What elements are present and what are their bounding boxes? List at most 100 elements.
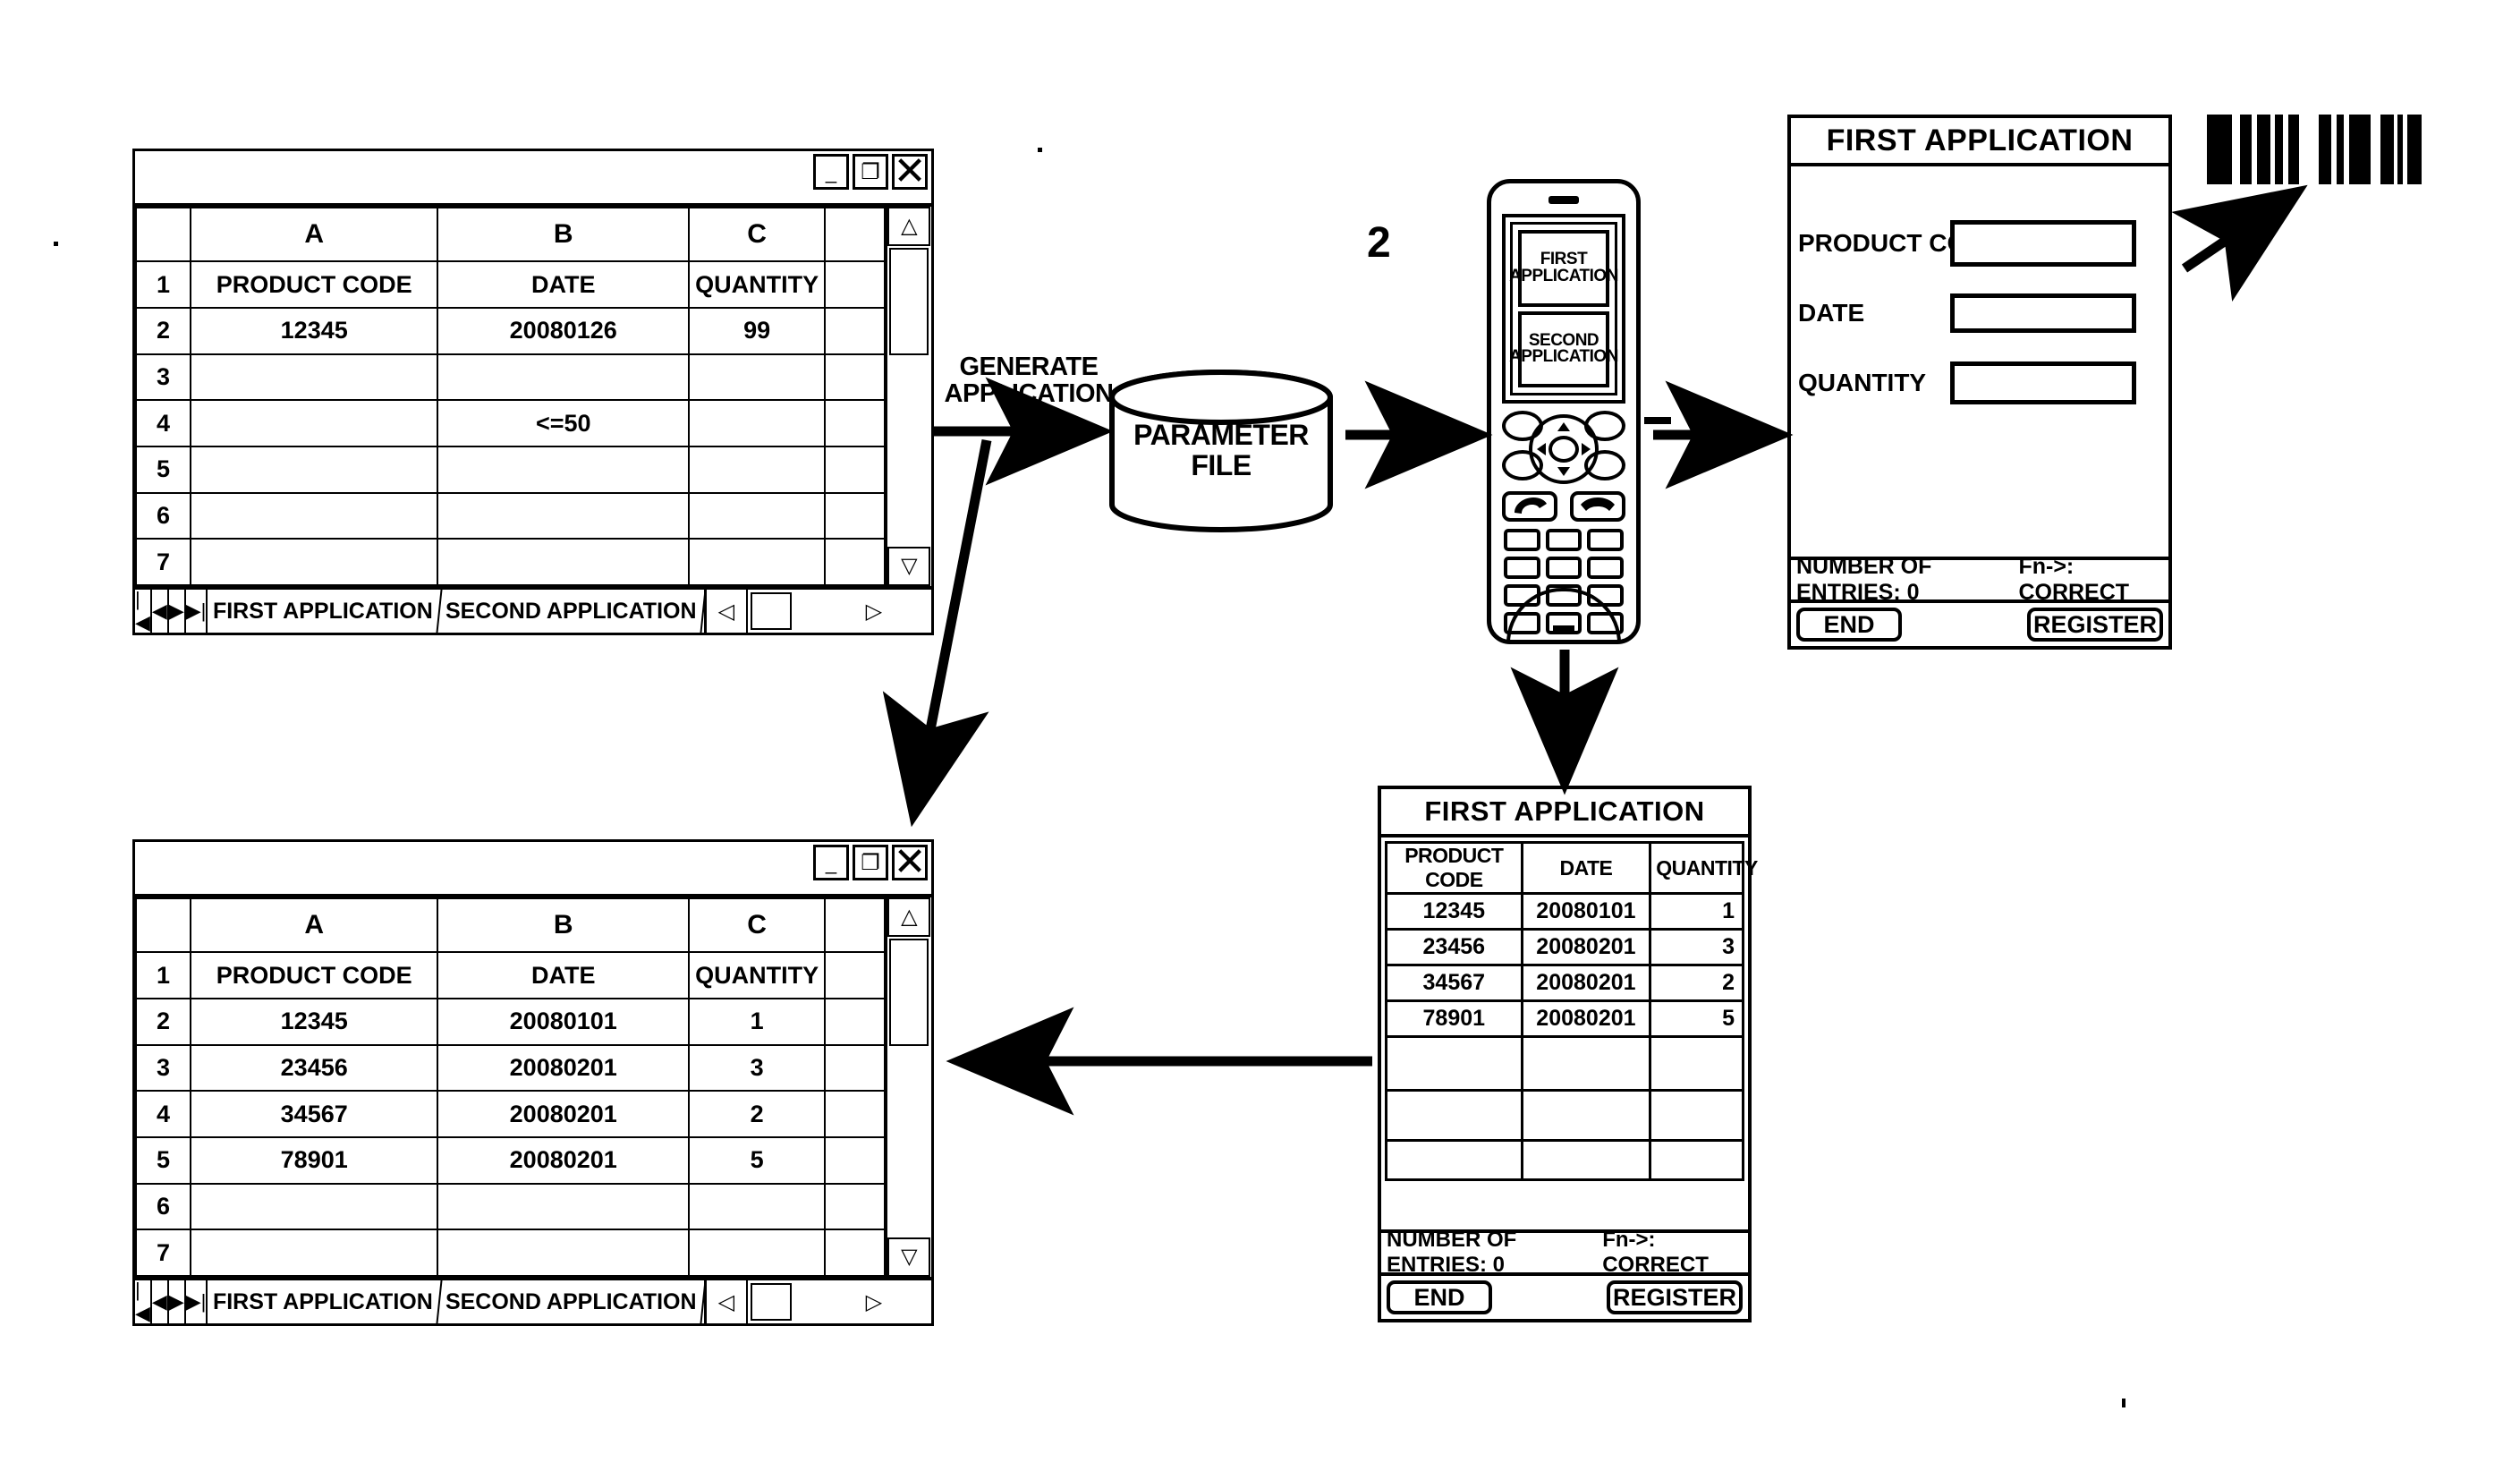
cell-b6[interactable]: [437, 1182, 691, 1231]
keypad-key[interactable]: [1587, 557, 1624, 579]
horizontal-scrollbar-bottom[interactable]: ◁ ▷: [703, 1280, 934, 1323]
cell-a2[interactable]: 12345: [190, 997, 439, 1046]
cell-date[interactable]: [1520, 1035, 1652, 1092]
vertical-scrollbar-bottom[interactable]: △ ▽: [885, 897, 931, 1277]
spreadsheet-window-top[interactable]: _ ❐ ✕ A B C 1 PRODUCT CODE DATE QUANTITY…: [132, 149, 934, 635]
cell-date[interactable]: [1520, 1089, 1652, 1142]
keypad-key[interactable]: [1545, 529, 1582, 551]
cell-quantity[interactable]: 5: [1649, 999, 1744, 1038]
cell-product-code[interactable]: 23456: [1385, 928, 1523, 966]
cell-d3[interactable]: [824, 353, 886, 402]
cell-a3[interactable]: 23456: [190, 1043, 439, 1093]
list-form-panel[interactable]: FIRST APPLICATION PRODUCT CODE DATE QUAN…: [1378, 786, 1758, 1322]
row-header[interactable]: 3: [134, 1043, 192, 1093]
tab-nav-next[interactable]: ▶: [169, 1280, 186, 1323]
spreadsheet-grid-bottom[interactable]: A B C 1 PRODUCT CODE DATE QUANTITY 2 123…: [134, 897, 886, 1277]
keypad-key[interactable]: [1545, 557, 1582, 579]
column-header-d[interactable]: [824, 897, 886, 954]
close-icon[interactable]: ✕: [892, 152, 928, 191]
cell-b7[interactable]: [437, 1229, 691, 1277]
cell-date[interactable]: 20080201: [1520, 928, 1652, 966]
row-header[interactable]: 4: [134, 399, 192, 447]
cell-a7[interactable]: [190, 1229, 439, 1277]
cell-c3[interactable]: [688, 353, 827, 402]
minimize-icon[interactable]: _: [813, 154, 849, 190]
column-header-a[interactable]: A: [190, 206, 439, 263]
row-header[interactable]: 7: [134, 1229, 192, 1277]
scroll-right-icon[interactable]: ▷: [853, 1280, 895, 1323]
window-title-bar-top[interactable]: _ ❐ ✕: [135, 151, 931, 207]
cell-a2[interactable]: 12345: [190, 306, 439, 355]
phone-menu-item-first-application[interactable]: FIRST APPLICATION: [1509, 230, 1618, 307]
keypad-key[interactable]: [1504, 557, 1540, 579]
dpad-center-key[interactable]: [1548, 436, 1579, 463]
row-header[interactable]: 3: [134, 353, 192, 402]
entries-table[interactable]: PRODUCT CODE DATE QUANTITY 12345 2008010…: [1385, 841, 1758, 1181]
tab-nav-last[interactable]: ▶|: [186, 590, 208, 633]
sheet-tab-first-application[interactable]: FIRST APPLICATION: [205, 1280, 443, 1323]
end-call-key[interactable]: [1570, 491, 1625, 522]
cell-product-code[interactable]: [1385, 1139, 1523, 1181]
register-button[interactable]: REGISTER: [2027, 608, 2163, 642]
cell-c1[interactable]: QUANTITY: [688, 951, 827, 999]
cell-a6[interactable]: [190, 1182, 439, 1231]
cell-d5[interactable]: [824, 1135, 886, 1185]
cell-c7[interactable]: [688, 538, 827, 586]
cell-quantity[interactable]: 1: [1649, 892, 1744, 931]
tab-nav-first[interactable]: |◀: [135, 588, 152, 633]
cell-date[interactable]: 20080201: [1520, 964, 1652, 1002]
column-header-b[interactable]: B: [437, 897, 691, 954]
tab-nav-prev[interactable]: ◀: [152, 1280, 169, 1323]
row-header[interactable]: 2: [134, 306, 192, 355]
vertical-scroll-thumb[interactable]: [889, 939, 929, 1046]
cell-quantity[interactable]: 2: [1649, 964, 1744, 1002]
vertical-scrollbar-top[interactable]: △ ▽: [885, 207, 931, 586]
cell-quantity[interactable]: [1649, 1089, 1744, 1142]
cell-date[interactable]: 20080101: [1520, 892, 1652, 931]
cell-a1[interactable]: PRODUCT CODE: [190, 260, 439, 309]
cell-d6[interactable]: [824, 491, 886, 540]
row-header[interactable]: 2: [134, 997, 192, 1046]
date-input[interactable]: [1950, 293, 2136, 333]
keypad-key[interactable]: [1587, 529, 1624, 551]
cell-d1[interactable]: [824, 260, 886, 309]
cell-b7[interactable]: [437, 538, 691, 586]
tab-nav-prev[interactable]: ◀: [152, 590, 169, 633]
scroll-up-icon[interactable]: △: [887, 897, 931, 937]
cell-d2[interactable]: [824, 997, 886, 1046]
cell-b4[interactable]: 20080201: [437, 1090, 691, 1138]
cell-c6[interactable]: [688, 1182, 827, 1231]
cell-c5[interactable]: [688, 445, 827, 494]
row-header[interactable]: 5: [134, 445, 192, 494]
column-header-a[interactable]: A: [190, 897, 439, 954]
cell-d3[interactable]: [824, 1043, 886, 1093]
mobile-phone-device[interactable]: FIRST APPLICATION SECOND APPLICATION: [1487, 179, 1641, 644]
column-header-b[interactable]: B: [437, 206, 691, 263]
cell-a6[interactable]: [190, 491, 439, 540]
entry-form-panel[interactable]: FIRST APPLICATION PRODUCT CODE DATE QUAN…: [1787, 115, 2172, 650]
minimize-icon[interactable]: _: [813, 845, 849, 880]
cell-c7[interactable]: [688, 1229, 827, 1277]
window-title-bar-bottom[interactable]: _ ❐ ✕: [135, 842, 931, 897]
cell-c2[interactable]: 1: [688, 997, 827, 1046]
cell-d7[interactable]: [824, 1229, 886, 1277]
cell-date[interactable]: [1520, 1139, 1652, 1181]
cell-d6[interactable]: [824, 1182, 886, 1231]
keypad-key[interactable]: [1504, 529, 1540, 551]
cell-b1[interactable]: DATE: [437, 260, 691, 309]
row-header[interactable]: 7: [134, 538, 192, 586]
corner-cell[interactable]: [134, 206, 192, 263]
cell-c3[interactable]: 3: [688, 1043, 827, 1093]
cell-a4[interactable]: [190, 399, 439, 447]
cell-a5[interactable]: 78901: [190, 1135, 439, 1185]
horizontal-scroll-thumb[interactable]: [750, 1283, 792, 1321]
dpad-ring[interactable]: [1529, 414, 1599, 484]
sheet-tab-second-application[interactable]: SECOND APPLICATION: [437, 590, 707, 633]
cell-a1[interactable]: PRODUCT CODE: [190, 951, 439, 999]
cell-d4[interactable]: [824, 399, 886, 447]
tab-nav-first[interactable]: |◀: [135, 1279, 152, 1324]
cell-b3[interactable]: 20080201: [437, 1043, 691, 1093]
sheet-tab-second-application[interactable]: SECOND APPLICATION: [437, 1280, 707, 1323]
cell-d4[interactable]: [824, 1090, 886, 1138]
cell-b2[interactable]: 20080126: [437, 306, 691, 355]
